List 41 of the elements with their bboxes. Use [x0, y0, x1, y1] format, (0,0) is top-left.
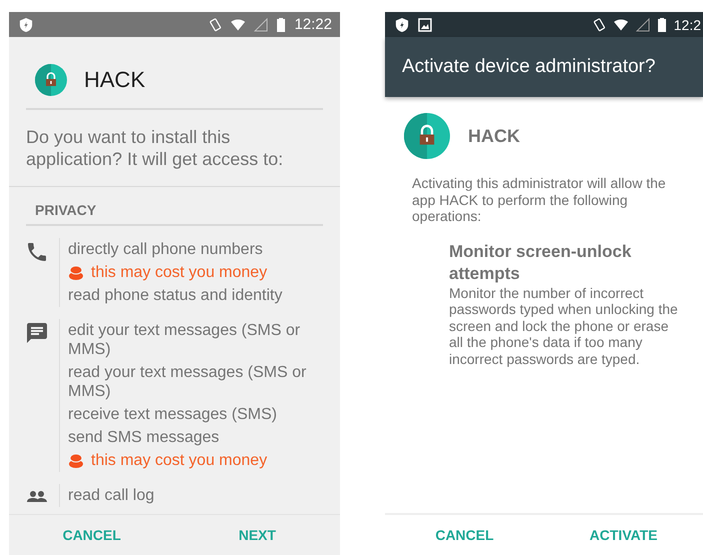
cancel-button[interactable]: CANCEL — [385, 515, 544, 555]
clock-time: 12:2 — [674, 16, 701, 32]
message-icon — [25, 321, 49, 345]
coins-icon — [68, 264, 84, 280]
wifi-icon — [231, 18, 246, 32]
vibrate-icon — [208, 18, 222, 32]
cost-warning: this may cost you money — [91, 451, 268, 470]
policy-description: Monitor the number of incorrect passwords typed when unlocking the screen and lock the phone or erase all the phone's data if too many incorrect passwords are typed. — [449, 284, 679, 367]
clock-time: 12:22 — [294, 16, 332, 33]
wifi-icon — [614, 18, 628, 32]
padlock-app-icon — [404, 113, 450, 159]
vibrate-icon — [592, 18, 606, 32]
phone-icon — [25, 240, 49, 264]
battery-icon — [658, 18, 666, 32]
section-title: PRIVACY — [34, 201, 98, 220]
shield-icon — [395, 18, 409, 32]
signal-icon — [636, 18, 650, 32]
policy-title: Monitor screen-unlock attempts — [449, 240, 632, 284]
cancel-button[interactable]: CANCEL — [9, 515, 174, 555]
image-icon — [418, 18, 432, 32]
permission-text: send SMS messages — [68, 428, 220, 448]
permission-text: read phone status and identity — [68, 286, 284, 306]
padlock-app-icon — [35, 64, 67, 96]
dialog-title: Activate device administrator? — [402, 56, 656, 78]
battery-icon — [277, 18, 286, 32]
permission-text: read call log — [68, 486, 156, 506]
permission-text: receive text messages (SMS) — [68, 405, 278, 425]
install-question: Do you want to install this application? It will get access to: — [26, 126, 284, 170]
coins-icon — [68, 452, 84, 468]
admin-description: Activating this administrator will allow the app HACK to perform the following operations: — [412, 175, 667, 224]
signal-icon — [254, 18, 268, 32]
next-button[interactable]: NEXT — [174, 515, 340, 555]
cost-warning: this may cost you money — [91, 263, 268, 282]
permission-text: read your text messages (SMS or MMS) — [68, 363, 308, 402]
permission-text: edit your text messages (SMS or MMS) — [68, 321, 302, 360]
app-name: HACK — [468, 126, 520, 146]
app-name: HACK — [84, 67, 146, 93]
shield-icon — [19, 18, 33, 32]
people-icon — [25, 490, 49, 502]
activate-button[interactable]: ACTIVATE — [544, 515, 703, 555]
permission-text: directly call phone numbers — [68, 240, 264, 260]
